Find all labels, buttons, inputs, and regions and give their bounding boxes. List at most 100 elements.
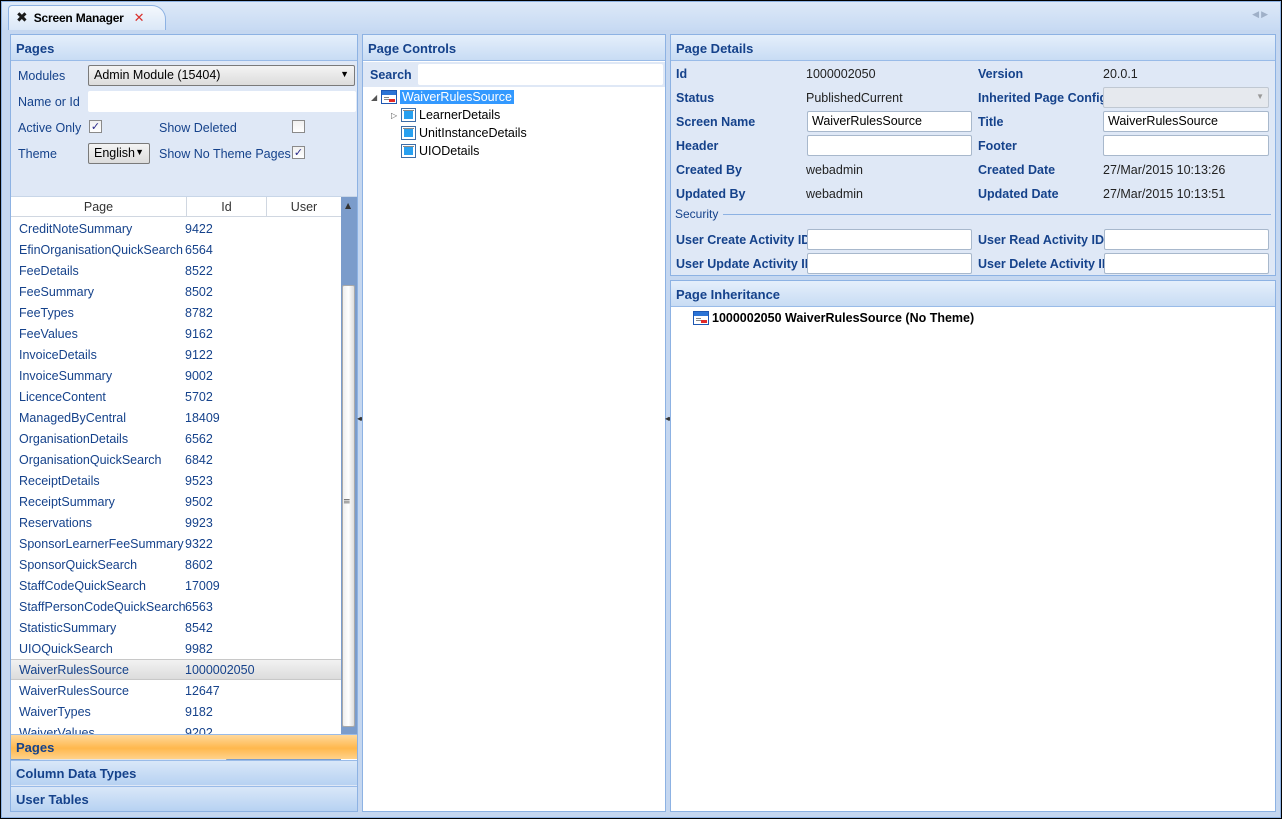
footer-input[interactable] (1103, 135, 1269, 156)
table-row[interactable]: FeeValues 9162 (11, 323, 341, 344)
security-group-label: Security (675, 207, 719, 221)
control-icon (401, 144, 416, 158)
column-header-id[interactable]: Id (187, 197, 267, 216)
cell-id: 5702 (185, 389, 213, 404)
grid-header: Page Id User (11, 197, 341, 217)
scroll-up-icon[interactable]: ▲ (345, 201, 351, 210)
page-controls-panel: Page Controls Search ◢ WaiverRulesSource… (362, 34, 666, 812)
cell-id: 8782 (185, 305, 213, 320)
expand-icon[interactable]: ▷ (391, 111, 401, 120)
cell-page: InvoiceSummary (19, 368, 113, 383)
cell-id: 8522 (185, 263, 213, 278)
cell-page: FeeSummary (19, 284, 95, 299)
table-row[interactable]: Reservations 9923 (11, 512, 341, 533)
accordion-pages[interactable]: Pages (11, 734, 357, 759)
inheritance-item[interactable]: 1000002050 WaiverRulesSource (No Theme) (693, 311, 974, 325)
page-controls-title: Page Controls (363, 35, 665, 61)
active-only-checkbox[interactable]: ✓ (89, 120, 102, 133)
table-row[interactable]: SponsorLearnerFeeSummary 9322 (11, 533, 341, 554)
table-row[interactable]: StaffPersonCodeQuickSearch 6563 (11, 596, 341, 617)
created-date-label: Created Date (978, 163, 1056, 177)
table-row[interactable]: ReceiptDetails 9523 (11, 470, 341, 491)
cell-id: 9122 (185, 347, 213, 362)
splitter-right-icon[interactable]: ◂▸ (665, 414, 673, 423)
table-row[interactable]: CreditNoteSummary 9422 (11, 218, 341, 239)
cell-page: FeeValues (19, 326, 78, 341)
table-row[interactable]: StatisticSummary 8542 (11, 617, 341, 638)
tab-screen-manager[interactable]: ✖ Screen Manager ✕ (8, 5, 166, 30)
user-create-activity-input[interactable] (807, 229, 972, 250)
screen-name-input[interactable]: WaiverRulesSource (807, 111, 972, 132)
id-value: 1000002050 (806, 67, 876, 81)
table-row[interactable]: FeeSummary 8502 (11, 281, 341, 302)
title-label: Title (978, 115, 1004, 129)
table-row[interactable]: LicenceContent 5702 (11, 386, 341, 407)
tree-node-label: LearnerDetails (419, 108, 501, 122)
updated-by-label: Updated By (676, 187, 746, 201)
tree-node-unitinstancedetails[interactable]: UnitInstanceDetails (401, 126, 527, 140)
accordion-user-tables[interactable]: User Tables (11, 786, 357, 811)
show-deleted-checkbox[interactable] (292, 120, 305, 133)
user-read-activity-input[interactable] (1104, 229, 1269, 250)
tree-node-root[interactable]: ◢ WaiverRulesSource (371, 90, 514, 104)
close-icon[interactable]: ✕ (134, 11, 145, 26)
search-input[interactable] (418, 64, 663, 85)
cell-page: Reservations (19, 515, 92, 530)
show-no-theme-label: Show No Theme Pages (159, 147, 291, 161)
table-row[interactable]: FeeDetails 8522 (11, 260, 341, 281)
updated-by-value: webadmin (806, 187, 863, 201)
table-row[interactable]: StaffCodeQuickSearch 17009 (11, 575, 341, 596)
header-label: Header (676, 139, 719, 153)
cell-page: OrganisationQuickSearch (19, 452, 162, 467)
cell-page: WaiverTypes (19, 704, 91, 719)
column-header-page[interactable]: Page (11, 197, 187, 216)
version-label: Version (978, 67, 1024, 81)
vertical-scrollbar[interactable]: ▲ ≡ ▼ (341, 197, 357, 749)
tree-node-uiodetails[interactable]: UIODetails (401, 144, 479, 158)
show-no-theme-checkbox[interactable]: ✓ (292, 146, 305, 159)
collapse-icon[interactable]: ◢ (371, 93, 381, 102)
pages-panel-title: Pages (11, 35, 357, 61)
pages-filters: Modules Admin Module (15404) ▼ Name or I… (11, 62, 357, 196)
column-header-user[interactable]: User (267, 197, 341, 216)
title-input[interactable]: WaiverRulesSource (1103, 111, 1269, 132)
table-row[interactable]: InvoiceSummary 9002 (11, 365, 341, 386)
tree-node-learnerdetails[interactable]: ▷ LearnerDetails (391, 108, 500, 122)
table-row[interactable]: OrganisationDetails 6562 (11, 428, 341, 449)
cell-page: StatisticSummary (19, 620, 117, 635)
page-details-title: Page Details (671, 35, 1275, 61)
theme-select-value: English (94, 146, 135, 160)
theme-label: Theme (18, 147, 57, 161)
theme-select[interactable]: English ▼ (88, 143, 150, 164)
chevron-down-icon: ▼ (1256, 92, 1264, 101)
id-label: Id (676, 67, 688, 81)
cell-id: 9162 (185, 326, 213, 341)
table-row[interactable]: SponsorQuickSearch 8602 (11, 554, 341, 575)
screen-name-label: Screen Name (676, 115, 756, 129)
updated-date-value: 27/Mar/2015 10:13:51 (1103, 187, 1226, 201)
table-row[interactable]: UIOQuickSearch 9982 (11, 638, 341, 659)
header-input[interactable] (807, 135, 972, 156)
tree-node-label: UnitInstanceDetails (419, 126, 527, 140)
table-row[interactable]: WaiverRulesSource 1000002050 (11, 659, 341, 680)
user-delete-activity-label: User Delete Activity ID (978, 257, 1111, 271)
table-row[interactable]: WaiverTypes 9182 (11, 701, 341, 722)
splitter-left-icon[interactable]: ◂▸ (357, 414, 365, 423)
table-row[interactable]: ReceiptSummary 9502 (11, 491, 341, 512)
name-or-id-label: Name or Id (18, 95, 80, 109)
screen-manager-window: ✖ Screen Manager ✕ ◀▶ Pages Modules Admi… (1, 1, 1281, 818)
table-row[interactable]: ManagedByCentral 18409 (11, 407, 341, 428)
tab-scroll-arrows-icon[interactable]: ◀▶ (1252, 10, 1270, 20)
table-row[interactable]: WaiverRulesSource 12647 (11, 680, 341, 701)
accordion-column-data-types[interactable]: Column Data Types (11, 760, 357, 785)
table-row[interactable]: InvoiceDetails 9122 (11, 344, 341, 365)
table-row[interactable]: OrganisationQuickSearch 6842 (11, 449, 341, 470)
user-delete-activity-input[interactable] (1104, 253, 1269, 274)
table-row[interactable]: EfinOrganisationQuickSearch 6564 (11, 239, 341, 260)
table-row[interactable]: FeeTypes 8782 (11, 302, 341, 323)
name-or-id-input[interactable] (88, 91, 356, 112)
user-update-activity-input[interactable] (807, 253, 972, 274)
tree-node-label: UIODetails (419, 144, 480, 158)
inherited-page-config-select[interactable]: ▼ (1103, 87, 1269, 108)
modules-select[interactable]: Admin Module (15404) ▼ (88, 65, 355, 86)
